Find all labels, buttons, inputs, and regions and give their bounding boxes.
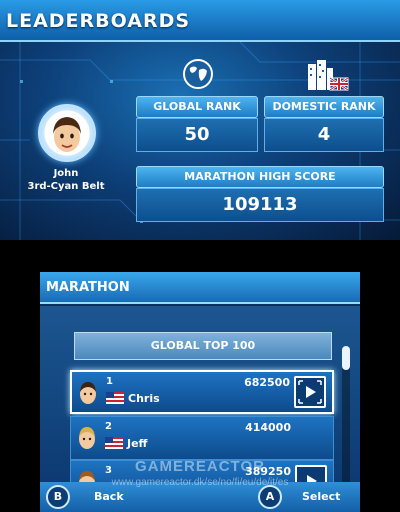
player-avatar [38,104,96,162]
high-score-value: 109113 [136,188,384,222]
panel-header: MARATHON [40,272,360,304]
entry-name: Jeff [127,437,148,450]
domestic-rank-value: 4 [264,118,384,152]
scrollbar-thumb[interactable] [342,346,350,370]
high-score-label: MARATHON HIGH SCORE [136,166,384,188]
global-top-banner: GLOBAL TOP 100 [74,332,332,360]
us-flag-icon [106,392,124,404]
entry-name: Chris [128,392,160,405]
mii-avatar-icon [75,423,99,453]
global-rank-label: GLOBAL RANK [136,96,258,118]
player-belt: 3rd-Cyan Belt [27,181,105,192]
player-name: John [53,168,79,179]
city-uk-flag-icon [306,58,350,98]
leaderboard-list[interactable]: GLOBAL TOP 100 1 Chris 682500 2 Jeff 414… [40,306,360,512]
leaderboard-entry[interactable]: 1 Chris 682500 [70,370,334,414]
watermark: GAMEREACTOR www.gamereactor.dk/se/no/fi/… [0,458,400,488]
watermark-url: www.gamereactor.dk/se/no/fi/eu/de/it/es [111,477,289,488]
select-label[interactable]: Select [302,490,340,503]
entry-score: 682500 [244,376,290,389]
mode-title: MARATHON [46,280,130,295]
top-screen: LEADERBOARDS John 3rd-Cyan Belt GLOBAL R… [0,0,400,240]
mii-avatar-icon [76,378,100,408]
a-button[interactable]: A [258,485,282,509]
title-bar: LEADERBOARDS [0,0,400,42]
us-flag-icon [105,437,123,449]
entry-rank: 1 [106,376,113,387]
back-label[interactable]: Back [94,490,124,503]
mii-face-icon [53,117,81,152]
entry-rank: 2 [105,421,112,432]
play-icon [298,380,322,404]
replay-button[interactable] [294,376,326,408]
globe-icon [182,58,214,94]
domestic-rank-label: DOMESTIC RANK [264,96,384,118]
watermark-brand: GAMEREACTOR [135,458,265,475]
b-button[interactable]: B [46,485,70,509]
leaderboard-entry[interactable]: 2 Jeff 414000 [70,416,334,460]
global-rank-value: 50 [136,118,258,152]
entry-score: 414000 [245,421,291,434]
page-title: LEADERBOARDS [6,10,191,32]
